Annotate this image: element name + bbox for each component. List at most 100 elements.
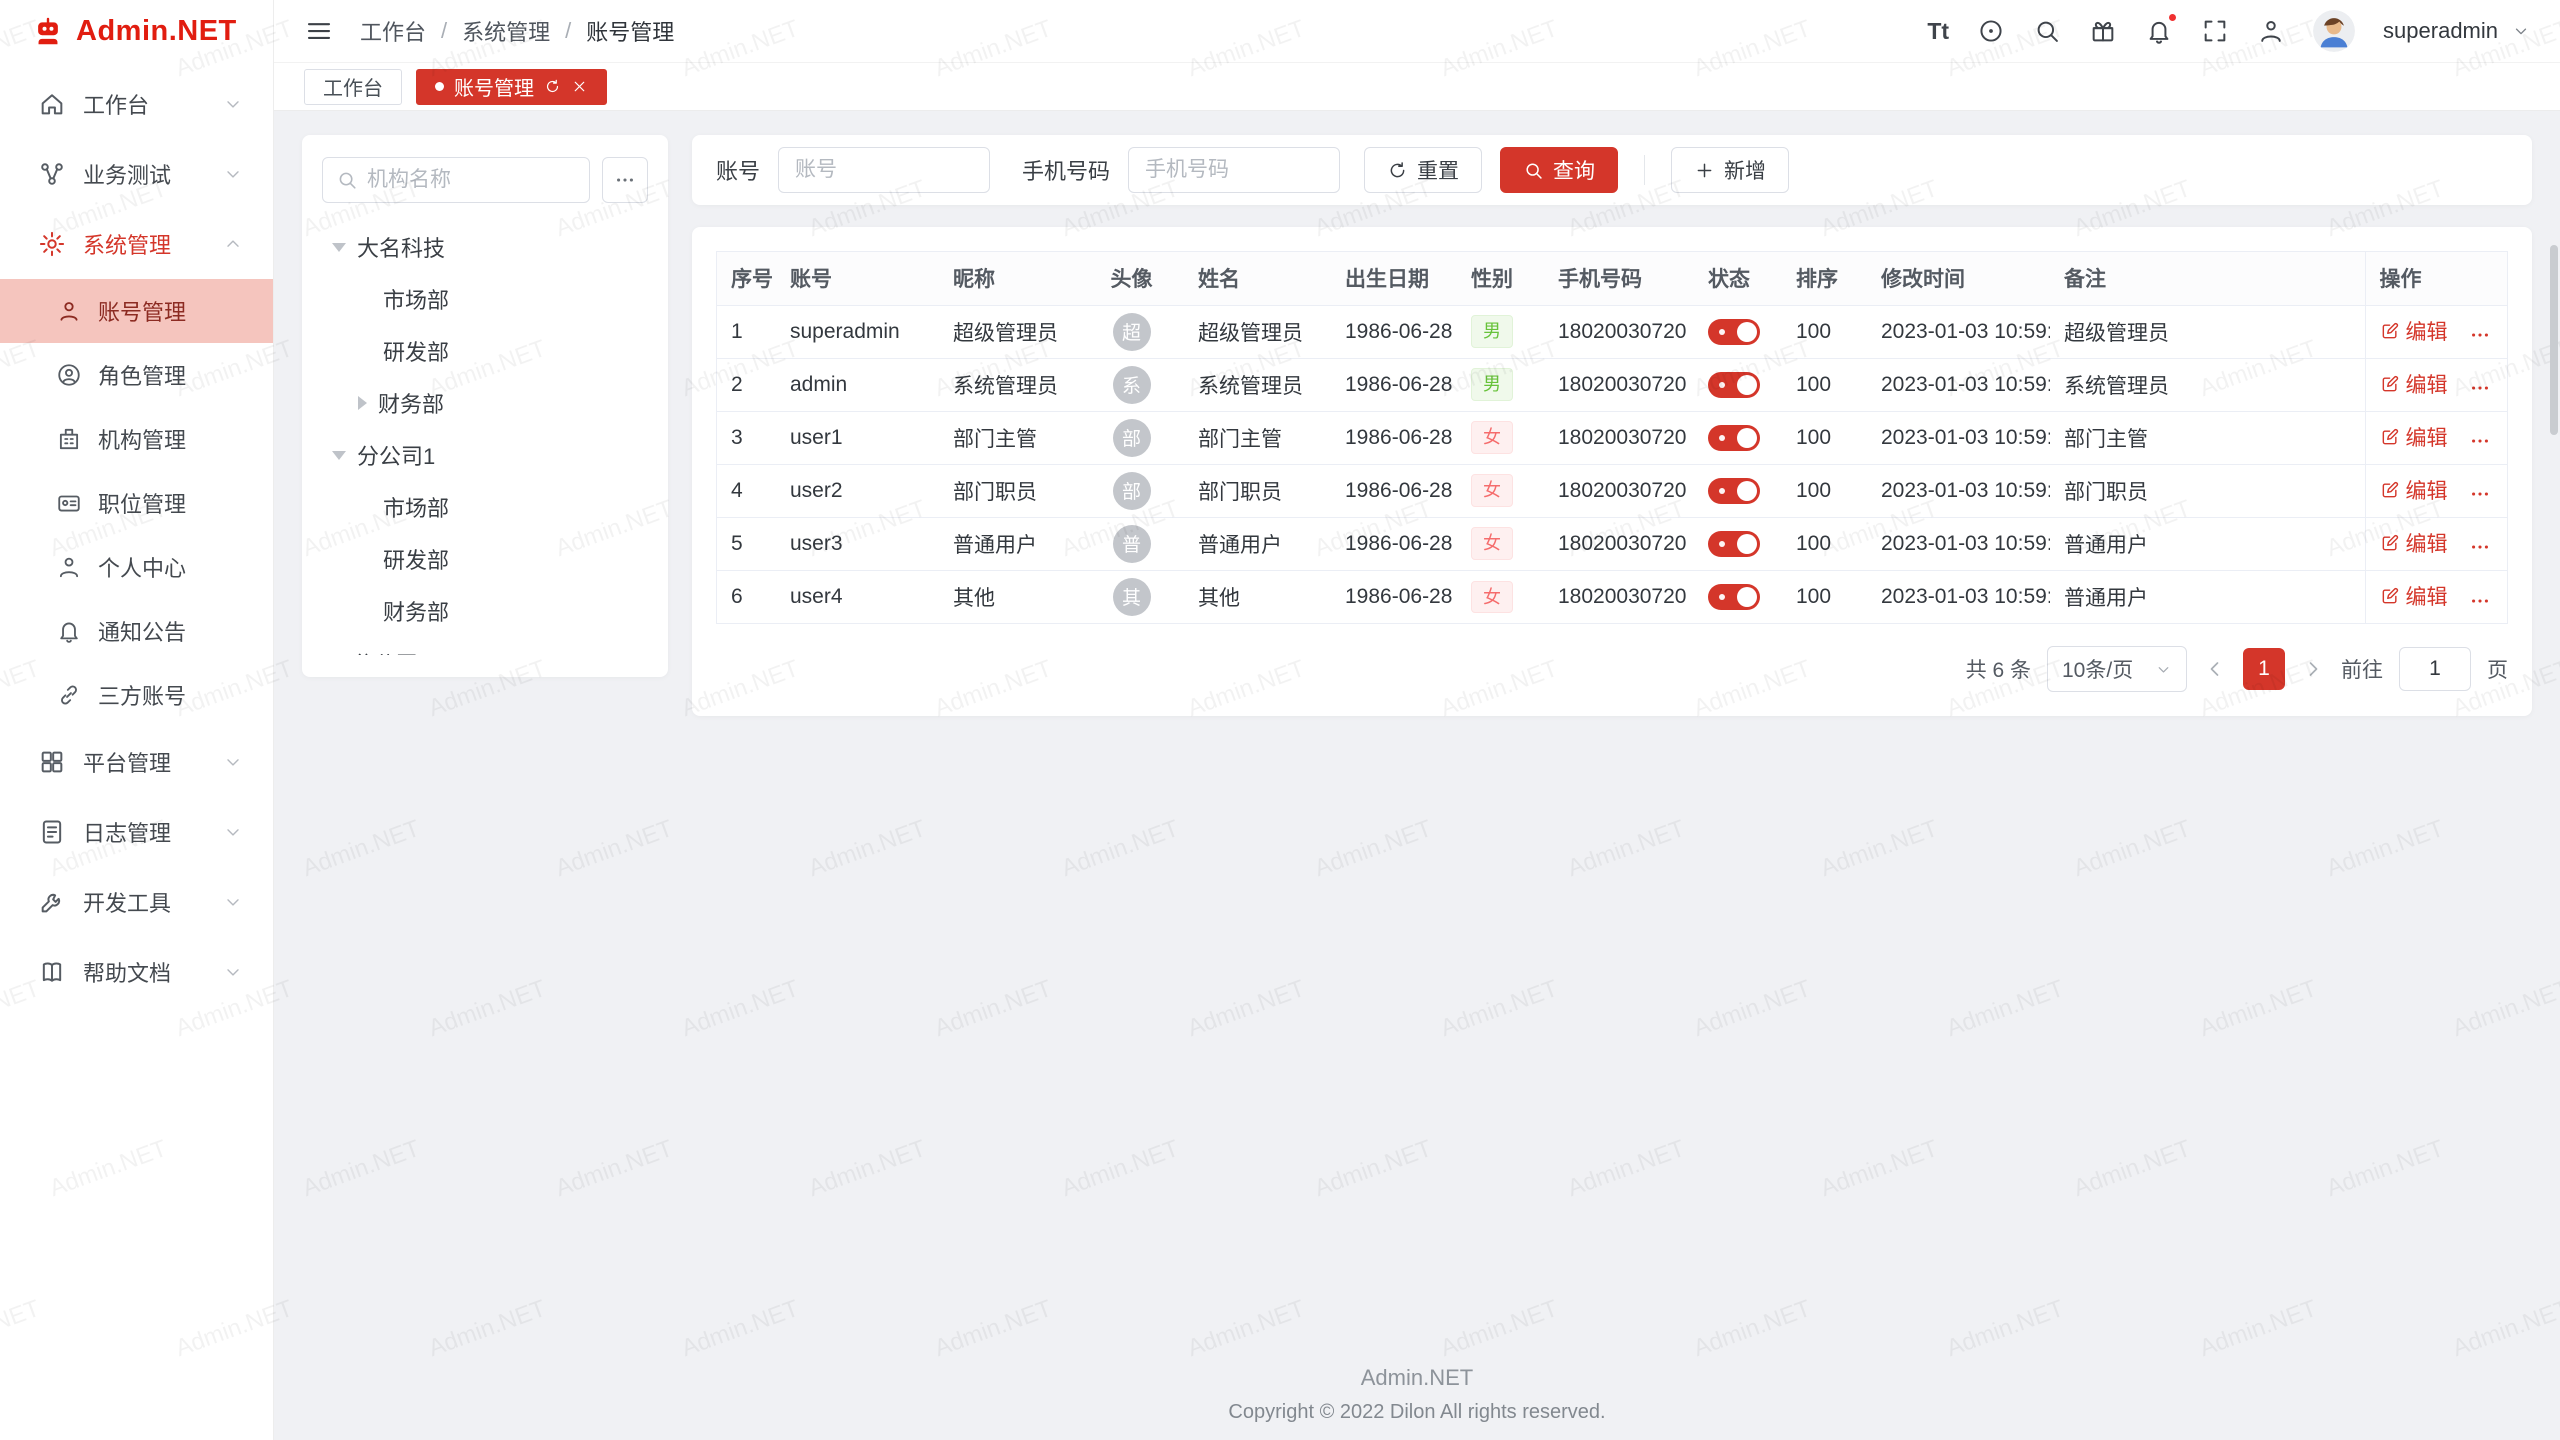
sidebar-item-2[interactable]: 系统管理 [0, 209, 273, 279]
row-more-button[interactable] [2469, 430, 2491, 452]
scrollbar-thumb[interactable] [2550, 245, 2558, 435]
cell-gender: 女 [1457, 517, 1544, 570]
font-size-icon[interactable]: Tt [1927, 17, 1949, 45]
tree-node-6[interactable]: 研发部 [322, 533, 648, 585]
search-button[interactable]: 查询 [1500, 147, 1618, 193]
row-more-button[interactable] [2469, 324, 2491, 346]
column-header-11: 备注 [2050, 252, 2365, 305]
cell-avatar: 其 [1079, 570, 1184, 623]
status-toggle[interactable] [1708, 319, 1760, 345]
row-more-button[interactable] [2469, 483, 2491, 505]
tab-1[interactable]: 账号管理 [416, 69, 607, 105]
sidebar-item-1[interactable]: 业务测试 [0, 139, 273, 209]
tree-node-3[interactable]: 财务部 [322, 377, 648, 429]
tools-icon [38, 888, 66, 916]
sidebar: Admin.NET 工作台 业务测试 系统管理 [0, 0, 274, 1440]
username[interactable]: superadmin [2383, 18, 2498, 44]
notification-bell-icon[interactable] [2145, 17, 2173, 45]
page-number-button[interactable]: 1 [2243, 648, 2285, 690]
toggle-knob [1737, 375, 1757, 395]
tree-more-button[interactable] [602, 157, 648, 203]
cell-name: 系统管理员 [1184, 358, 1331, 411]
book-icon [38, 958, 66, 986]
next-page-button[interactable] [2301, 657, 2325, 681]
user-avatar[interactable] [2313, 10, 2355, 52]
column-header-6: 性别 [1457, 252, 1544, 305]
tree-node-8[interactable]: 分公司2 [322, 637, 648, 655]
account-input[interactable] [778, 147, 990, 193]
pagination: 共 6 条 10条/页 1 前往 页 [716, 646, 2508, 692]
logo[interactable]: Admin.NET [0, 0, 273, 63]
breadcrumb: 工作台/系统管理/账号管理 [360, 15, 674, 47]
row-more-button[interactable] [2469, 536, 2491, 558]
column-header-7: 手机号码 [1544, 252, 1694, 305]
table-body: 1 superadmin 超级管理员 超 超级管理员 1986-06-28 男 … [717, 305, 2507, 623]
cell-avatar: 超 [1079, 305, 1184, 358]
cell-index: 6 [717, 570, 776, 623]
sidebar-item-3[interactable]: 平台管理 [0, 727, 273, 797]
sidebar-item-0[interactable]: 工作台 [0, 69, 273, 139]
sidebar-item-6[interactable]: 帮助文档 [0, 937, 273, 1007]
breadcrumb-item-1[interactable]: 系统管理 [462, 15, 550, 47]
cell-gender: 男 [1457, 358, 1544, 411]
cell-index: 1 [717, 305, 776, 358]
tree-node-2[interactable]: 研发部 [322, 325, 648, 377]
phone-input[interactable] [1128, 147, 1340, 193]
sidebar-item-5[interactable]: 开发工具 [0, 867, 273, 937]
edit-button[interactable]: 编辑 [2380, 528, 2448, 558]
sidebar-subitem-2-5[interactable]: 通知公告 [0, 599, 273, 663]
status-toggle[interactable] [1708, 372, 1760, 398]
edit-button[interactable]: 编辑 [2380, 581, 2448, 611]
gender-badge: 男 [1471, 315, 1513, 347]
sidebar-subitem-2-1[interactable]: 角色管理 [0, 343, 273, 407]
cell-modified: 2023-01-03 10:59:44 [1867, 570, 2050, 623]
row-more-button[interactable] [2469, 590, 2491, 612]
tree-node-label: 大名科技 [357, 231, 445, 263]
status-toggle[interactable] [1708, 584, 1760, 610]
toggle-knob [1737, 428, 1757, 448]
sidebar-subitem-2-0[interactable]: 账号管理 [0, 279, 273, 343]
cell-status [1694, 305, 1782, 358]
breadcrumb-item-2[interactable]: 账号管理 [586, 15, 674, 47]
add-button[interactable]: 新增 [1671, 147, 1789, 193]
edit-button[interactable]: 编辑 [2380, 369, 2448, 399]
chevron-down-icon [223, 752, 243, 772]
status-toggle[interactable] [1708, 425, 1760, 451]
tree-node-0[interactable]: 大名科技 [322, 221, 648, 273]
cell-account: user2 [776, 464, 939, 517]
edit-button[interactable]: 编辑 [2380, 475, 2448, 505]
tree-node-label: 分公司2 [352, 647, 430, 655]
user-icon[interactable] [2257, 17, 2285, 45]
goto-page-input[interactable] [2399, 647, 2471, 691]
fullscreen-icon[interactable] [2201, 17, 2229, 45]
sidebar-subitem-2-2[interactable]: 机构管理 [0, 407, 273, 471]
prev-page-button[interactable] [2203, 657, 2227, 681]
tree-node-1[interactable]: 市场部 [322, 273, 648, 325]
page-size-select[interactable]: 10条/页 [2047, 646, 2187, 692]
sidebar-subitem-2-6[interactable]: 三方账号 [0, 663, 273, 727]
sidebar-item-4[interactable]: 日志管理 [0, 797, 273, 867]
tab-close-icon[interactable] [571, 78, 588, 95]
search-icon[interactable] [2033, 17, 2061, 45]
tree-node-7[interactable]: 财务部 [322, 585, 648, 637]
tab-0[interactable]: 工作台 [304, 69, 402, 105]
cell-phone: 18020030720 [1544, 570, 1694, 623]
menu-collapse-icon[interactable] [304, 16, 334, 46]
sidebar-subitem-2-4[interactable]: 个人中心 [0, 535, 273, 599]
sidebar-subitem-2-3[interactable]: 职位管理 [0, 471, 273, 535]
status-toggle[interactable] [1708, 531, 1760, 557]
edit-button[interactable]: 编辑 [2380, 316, 2448, 346]
row-more-button[interactable] [2469, 377, 2491, 399]
org-search-input[interactable] [367, 168, 576, 192]
edit-button[interactable]: 编辑 [2380, 422, 2448, 452]
theme-icon[interactable] [2089, 17, 2117, 45]
status-toggle[interactable] [1708, 478, 1760, 504]
reset-button[interactable]: 重置 [1364, 147, 1482, 193]
breadcrumb-item-0[interactable]: 工作台 [360, 15, 426, 47]
cell-sort: 100 [1782, 305, 1867, 358]
tree-node-4[interactable]: 分公司1 [322, 429, 648, 481]
tab-refresh-icon[interactable] [544, 78, 561, 95]
tree-node-5[interactable]: 市场部 [322, 481, 648, 533]
discover-icon[interactable] [1977, 17, 2005, 45]
table-row: 1 superadmin 超级管理员 超 超级管理员 1986-06-28 男 … [717, 305, 2507, 358]
